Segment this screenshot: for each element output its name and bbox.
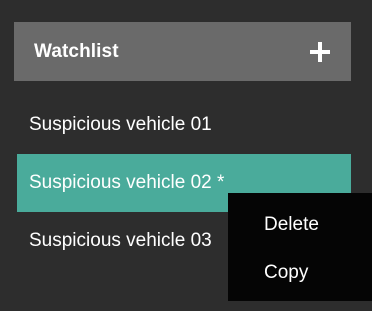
menu-item-copy[interactable]: Copy xyxy=(228,249,372,297)
menu-item-delete[interactable]: Delete xyxy=(228,201,372,249)
list-item-label: Suspicious vehicle 01 xyxy=(29,114,212,135)
menu-item-copy-label: Copy xyxy=(264,262,309,283)
watchlist-title: Watchlist xyxy=(34,40,119,62)
context-menu: Delete Copy xyxy=(228,193,372,301)
list-item[interactable]: Suspicious vehicle 01 xyxy=(17,96,351,154)
list-item-label: Suspicious vehicle 02 * xyxy=(29,172,225,193)
watchlist-panel: Watchlist Suspicious vehicle 01 Suspicio… xyxy=(0,0,372,311)
watchlist-header: Watchlist xyxy=(14,22,351,81)
plus-icon[interactable] xyxy=(309,41,331,63)
menu-item-delete-label: Delete xyxy=(264,214,319,235)
list-item-label: Suspicious vehicle 03 xyxy=(29,230,212,251)
